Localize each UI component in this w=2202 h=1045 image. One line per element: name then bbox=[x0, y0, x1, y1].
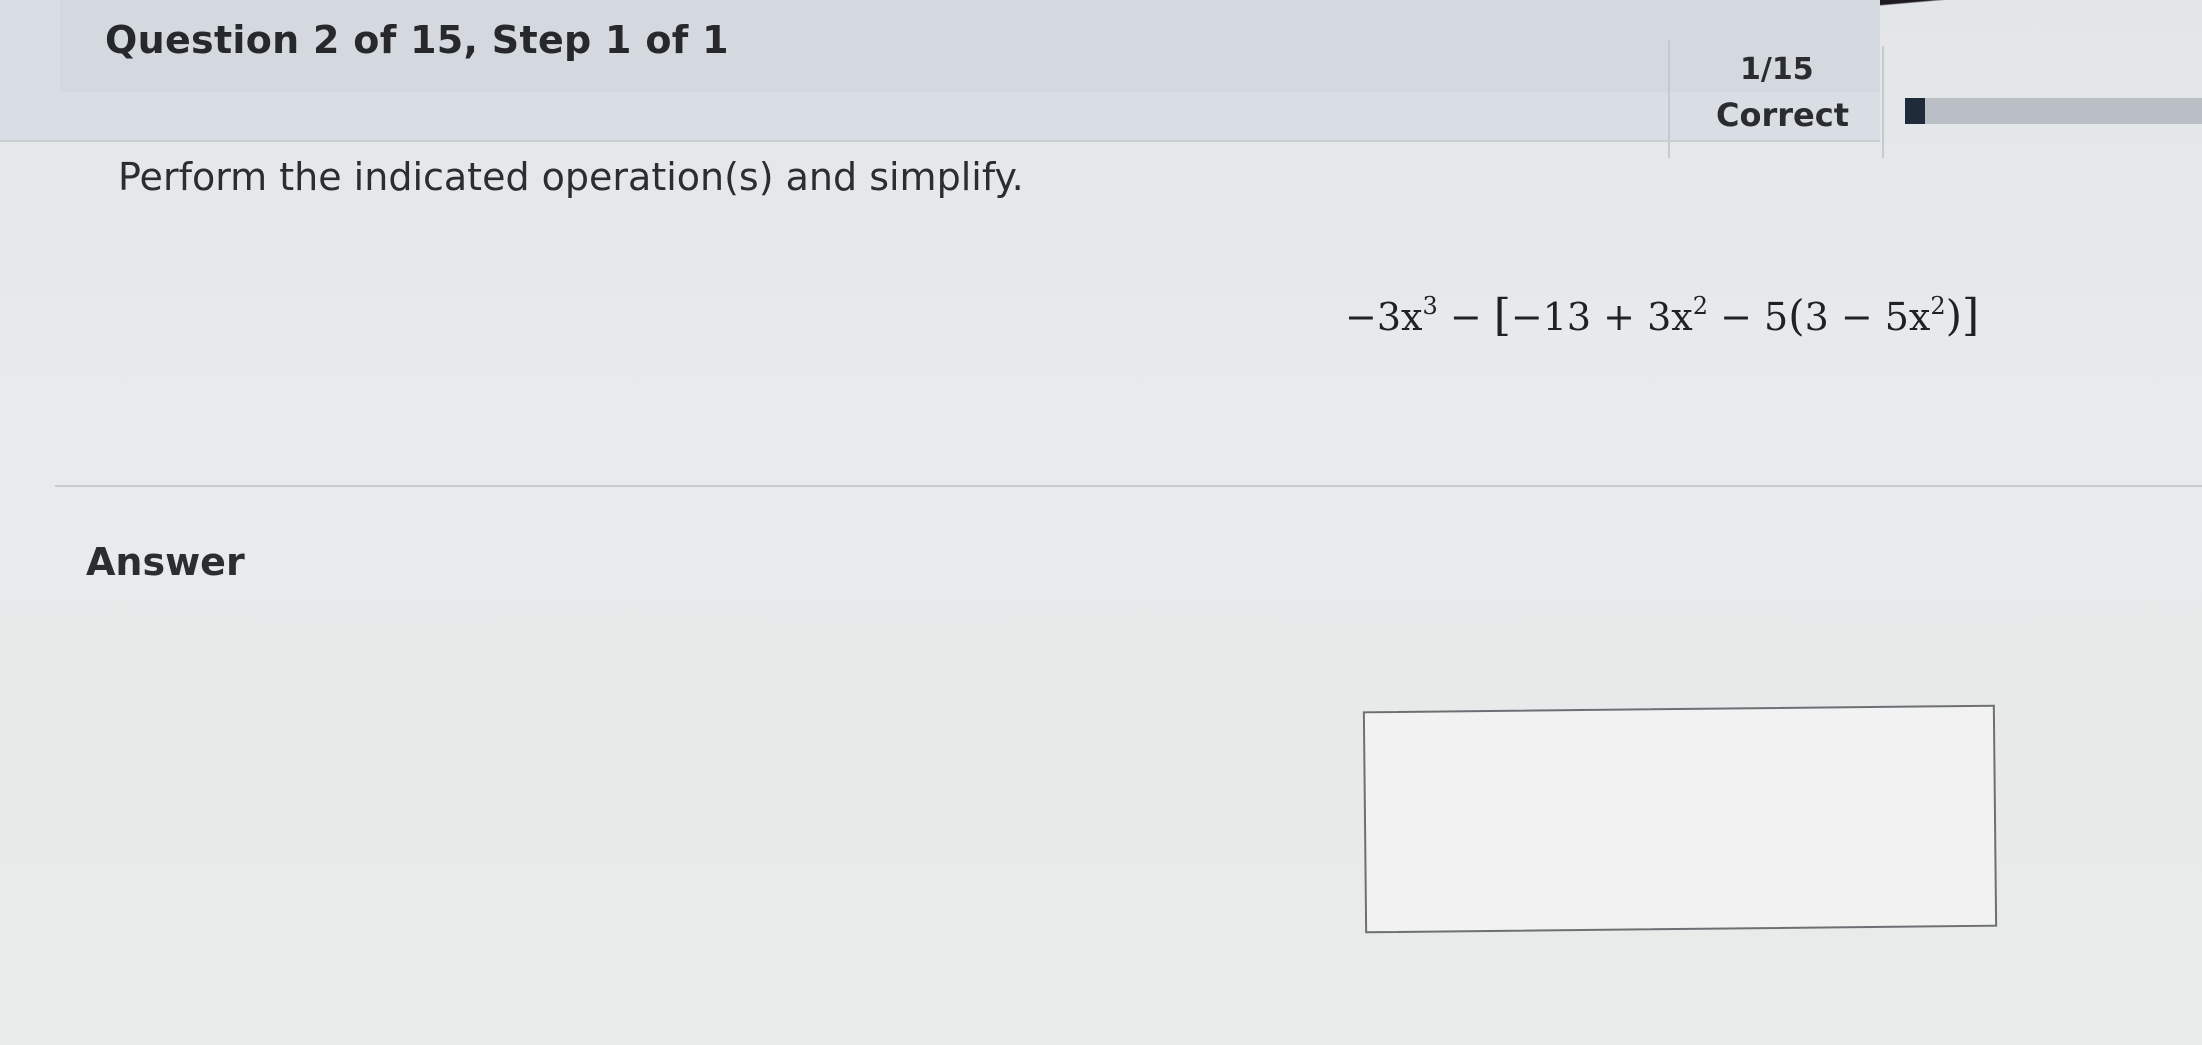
question-page: Question 2 of 15, Step 1 of 1 1/15 Corre… bbox=[0, 0, 2202, 1045]
question-instruction: Perform the indicated operation(s) and s… bbox=[118, 155, 1024, 199]
expression-term: 3 − 5x bbox=[1804, 295, 1931, 339]
progress-status: Correct bbox=[1716, 96, 1849, 134]
expression-paren: ) bbox=[1945, 291, 1963, 340]
math-expression: −3x3 − [−13 + 3x2 − 5(3 − 5x2)] bbox=[1345, 290, 1979, 341]
expression-exponent: 3 bbox=[1422, 292, 1438, 320]
section-divider bbox=[55, 485, 2202, 487]
expression-paren: ( bbox=[1788, 291, 1805, 340]
answer-input[interactable] bbox=[1362, 704, 1998, 934]
expression-term: −13 + 3x bbox=[1510, 295, 1693, 339]
answer-label: Answer bbox=[86, 540, 245, 584]
expression-term: −3x bbox=[1345, 295, 1423, 339]
expression-bracket: ] bbox=[1962, 290, 1980, 341]
expression-exponent: 2 bbox=[1930, 292, 1946, 320]
expression-term: − 5 bbox=[1708, 295, 1789, 339]
progress-count: 1/15 bbox=[1740, 52, 1814, 87]
progress-bar-fill bbox=[1905, 98, 1925, 124]
expression-exponent: 2 bbox=[1692, 292, 1708, 320]
expression-operator: − bbox=[1437, 295, 1494, 339]
progress-bar bbox=[1905, 98, 2202, 124]
progress-divider bbox=[1882, 46, 1884, 158]
question-title: Question 2 of 15, Step 1 of 1 bbox=[105, 18, 729, 62]
expression-bracket: [ bbox=[1493, 290, 1511, 341]
progress-divider bbox=[1668, 40, 1670, 158]
